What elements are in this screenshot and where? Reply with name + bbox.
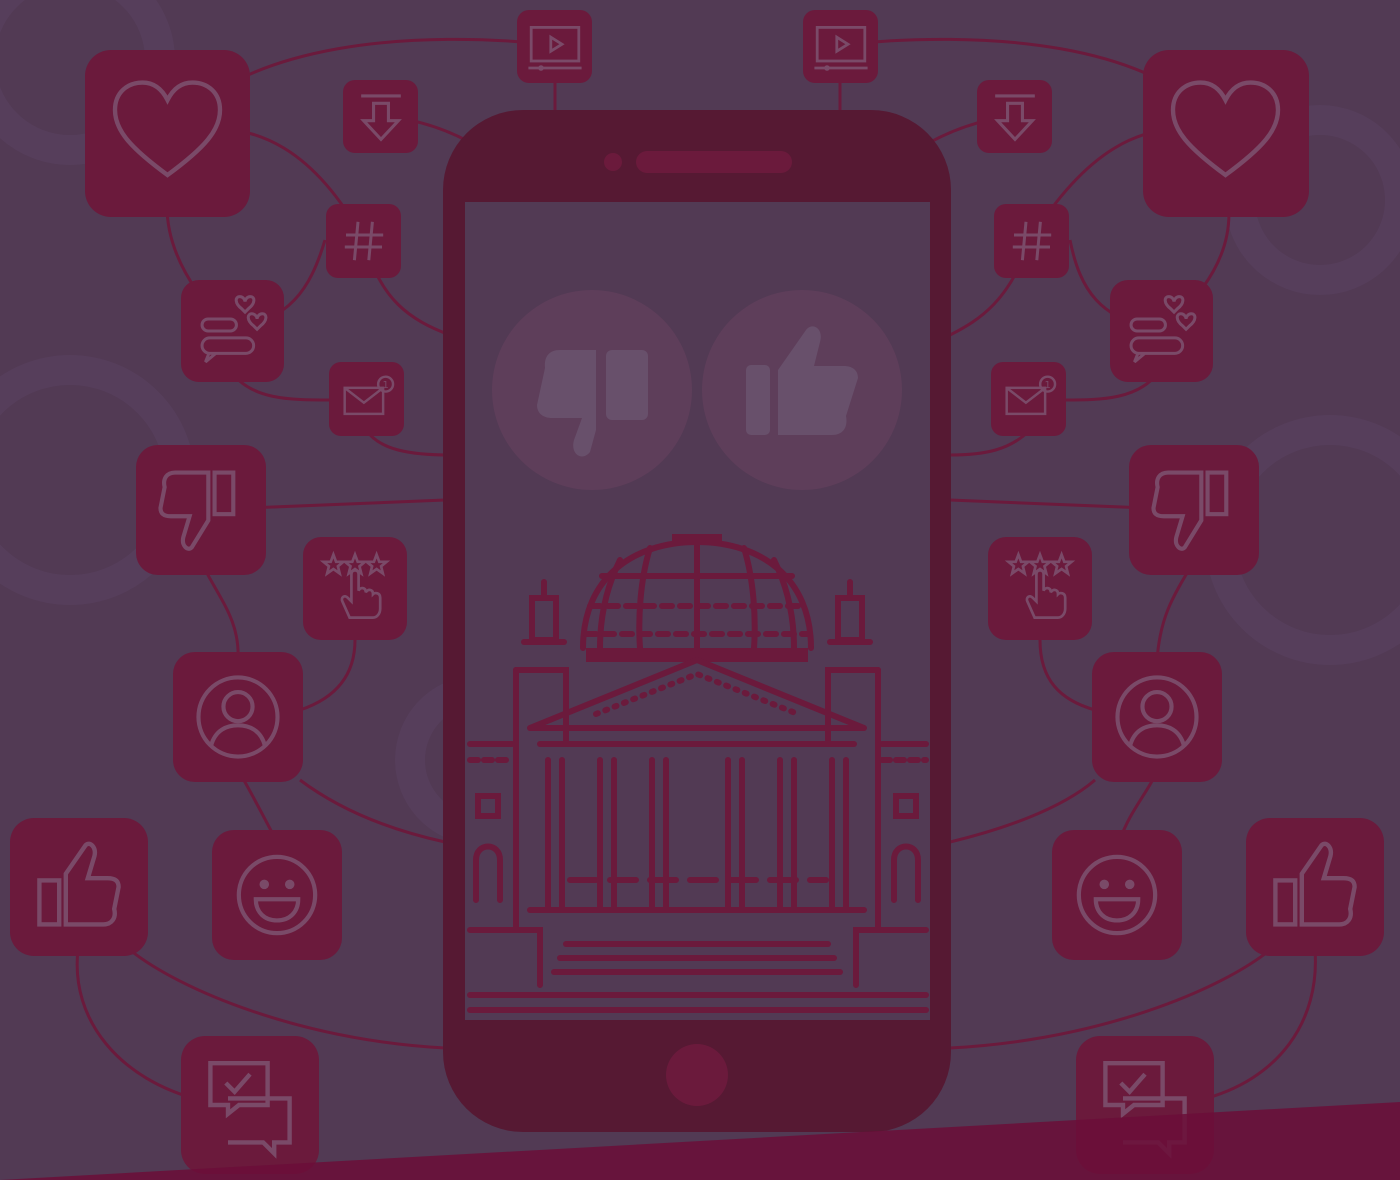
tile-thumbs-up-left (10, 818, 148, 956)
tile-video-left (517, 10, 592, 83)
home-button (666, 1044, 728, 1106)
tile-thumbs-up-right (1246, 818, 1384, 956)
tile-chat-check-left (181, 1036, 319, 1174)
tile-download-right (977, 80, 1052, 153)
tile-user-right (1092, 652, 1222, 782)
tile-heart-right (1143, 50, 1309, 217)
tile-thumbs-down-right (1129, 445, 1259, 575)
tile-mail-right (991, 362, 1066, 436)
tile-hashtag-right (994, 204, 1069, 278)
social-media-illustration: 1 (0, 0, 1400, 1180)
tile-heart-left (85, 50, 250, 217)
tile-mail-left (329, 362, 404, 436)
tile-smiley-right (1052, 830, 1182, 960)
tile-video-right (803, 10, 878, 83)
smartphone (443, 110, 951, 1132)
tile-chat-hearts-right (1110, 280, 1213, 382)
tile-rating-right (988, 537, 1092, 640)
tile-smiley-left (212, 830, 342, 960)
tile-user-left (173, 652, 303, 782)
tile-download-left (343, 80, 418, 153)
tile-chat-hearts-left (181, 280, 284, 382)
tile-thumbs-down-left (136, 445, 266, 575)
phone-speaker (636, 151, 792, 173)
tile-rating-left (303, 537, 407, 640)
tile-hashtag-left (326, 204, 401, 278)
phone-camera (604, 153, 622, 171)
